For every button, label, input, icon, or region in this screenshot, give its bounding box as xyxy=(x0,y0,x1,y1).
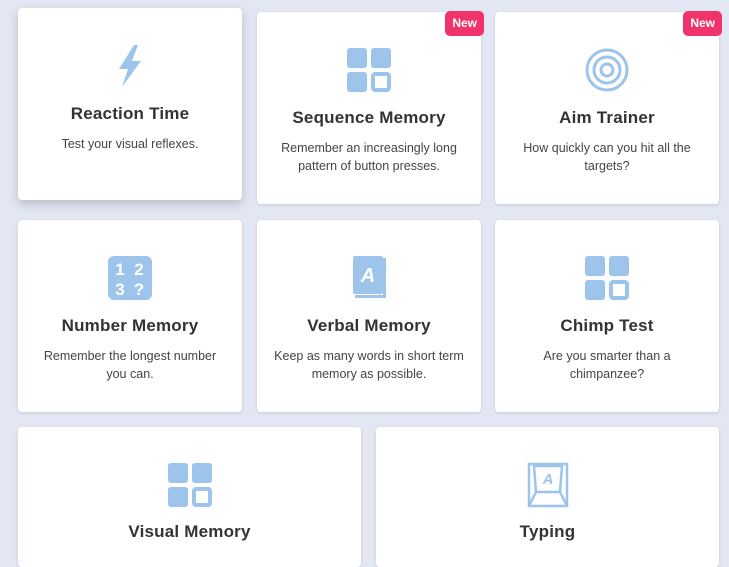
number-icon-digit: ? xyxy=(134,280,144,299)
number-icon: 1 2 3 ? xyxy=(107,255,153,301)
grid-icon xyxy=(167,462,213,508)
grid-icon xyxy=(584,255,630,301)
card-description: Keep as many words in short term memory … xyxy=(274,349,464,381)
card-description: Test your visual reflexes. xyxy=(61,137,199,151)
new-badge: New xyxy=(683,11,722,36)
number-icon-digit: 3 xyxy=(115,280,124,299)
card-description: How quickly can you hit all the targets? xyxy=(523,141,691,173)
number-icon-digit: 1 xyxy=(115,260,124,279)
card-chimp-test[interactable]: Chimp Test Are you smarter than a chimpa… xyxy=(495,220,719,412)
card-title: Visual Memory xyxy=(128,522,251,541)
book-icon-letter: A xyxy=(360,265,375,287)
lightning-icon xyxy=(107,43,153,89)
card-title: Chimp Test xyxy=(560,316,654,335)
card-description: Are you smarter than a chimpanzee? xyxy=(543,349,671,381)
number-icon-digit: 2 xyxy=(134,260,143,279)
card-title: Typing xyxy=(519,522,576,541)
card-title: Verbal Memory xyxy=(307,316,431,335)
card-aim-trainer[interactable]: New Aim Trainer How quickly can you hit … xyxy=(495,11,722,204)
grid-icon xyxy=(346,47,392,93)
card-reaction-time[interactable]: Reaction Time Test your visual reflexes. xyxy=(18,8,242,200)
new-badge: New xyxy=(445,11,484,36)
card-title: Sequence Memory xyxy=(292,108,446,127)
card-title: Aim Trainer xyxy=(559,108,655,127)
card-verbal-memory[interactable]: A Verbal Memory Keep as many words in sh… xyxy=(257,220,481,412)
card-title: Reaction Time xyxy=(70,104,190,123)
card-sequence-memory[interactable]: New Sequence Memory Remember an increasi… xyxy=(257,11,484,204)
keyboard-key-icon: A xyxy=(525,462,571,508)
card-typing[interactable]: A Typing xyxy=(376,427,719,567)
target-icon xyxy=(584,47,630,93)
card-number-memory[interactable]: 1 2 3 ? Number Memory Remember the longe… xyxy=(18,220,242,412)
key-icon-letter: A xyxy=(541,471,553,488)
card-description: Remember the longest number you can. xyxy=(43,349,217,381)
book-icon: A xyxy=(346,255,392,301)
card-title: Number Memory xyxy=(61,316,199,335)
card-visual-memory[interactable]: Visual Memory xyxy=(18,427,361,567)
card-description: Remember an increasingly long pattern of… xyxy=(281,141,457,173)
